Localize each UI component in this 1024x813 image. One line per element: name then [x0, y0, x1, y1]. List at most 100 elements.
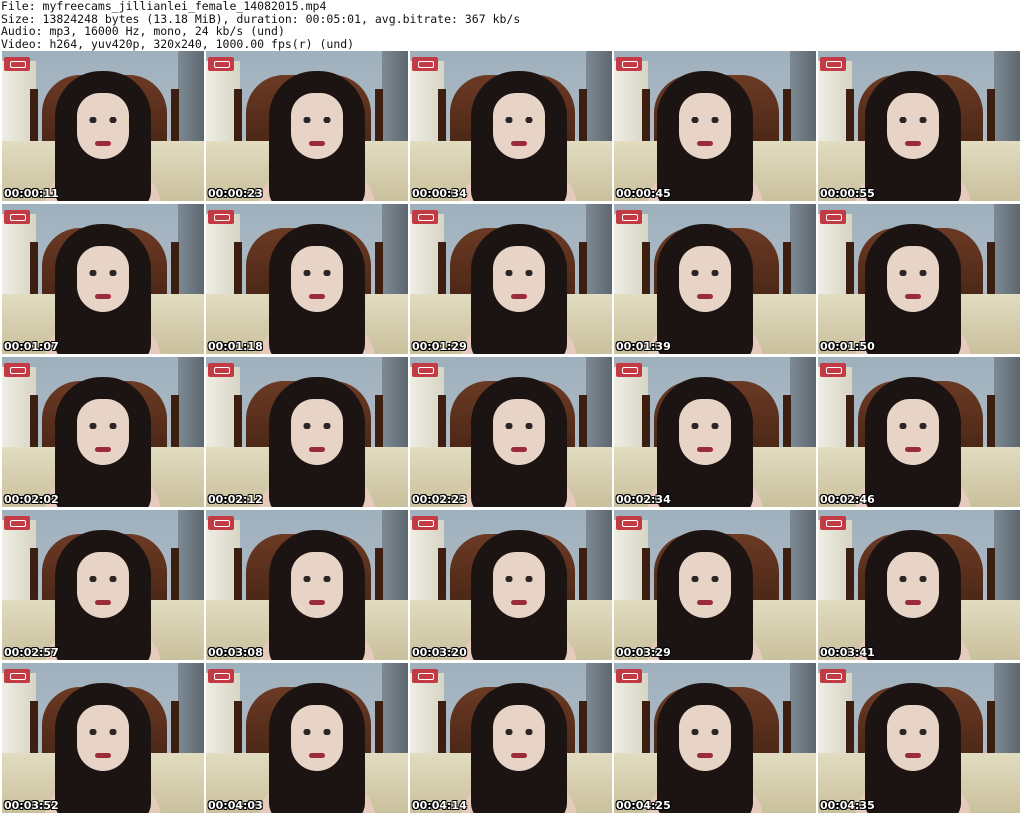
frame-image	[2, 204, 204, 354]
frame-image	[614, 357, 816, 507]
timestamp-label: 00:03:20	[412, 646, 467, 659]
video-frame-thumbnail: 00:01:50	[818, 204, 1020, 354]
red-sign-icon	[616, 210, 642, 224]
red-sign-icon	[412, 516, 438, 530]
frame-image	[2, 51, 204, 201]
frame-image	[410, 204, 612, 354]
file-info-header: File: myfreecams_jillianlei_female_14082…	[0, 0, 1024, 50]
video-frame-thumbnail: 00:03:41	[818, 510, 1020, 660]
red-sign-icon	[820, 516, 846, 530]
audio-info-line: Audio: mp3, 16000 Hz, mono, 24 kb/s (und…	[1, 24, 285, 38]
thumbnail-grid: 00:00:11 00:00:23 00:00:34 00:00:45 00:00:55…	[0, 51, 1024, 813]
timestamp-label: 00:04:35	[820, 799, 875, 812]
red-sign-icon	[820, 669, 846, 683]
frame-image	[410, 510, 612, 660]
video-frame-thumbnail: 00:02:34	[614, 357, 816, 507]
frame-image	[818, 51, 1020, 201]
video-frame-thumbnail: 00:01:07	[2, 204, 204, 354]
video-frame-thumbnail: 00:01:39	[614, 204, 816, 354]
red-sign-icon	[208, 669, 234, 683]
timestamp-label: 00:01:07	[4, 340, 59, 353]
red-sign-icon	[820, 210, 846, 224]
video-info-line: Video: h264, yuv420p, 320x240, 1000.00 f…	[1, 36, 355, 51]
timestamp-label: 00:03:08	[208, 646, 263, 659]
frame-image	[206, 204, 408, 354]
red-sign-icon	[820, 57, 846, 71]
timestamp-label: 00:02:46	[820, 493, 875, 506]
video-frame-thumbnail: 00:00:11	[2, 51, 204, 201]
frame-image	[614, 51, 816, 201]
frame-image	[206, 510, 408, 660]
frame-image	[614, 204, 816, 354]
red-sign-icon	[208, 516, 234, 530]
red-sign-icon	[616, 669, 642, 683]
timestamp-label: 00:04:25	[616, 799, 671, 812]
red-sign-icon	[616, 57, 642, 71]
timestamp-label: 00:00:34	[412, 187, 467, 200]
timestamp-label: 00:00:23	[208, 187, 263, 200]
video-frame-thumbnail: 00:02:12	[206, 357, 408, 507]
timestamp-label: 00:01:50	[820, 340, 875, 353]
red-sign-icon	[412, 210, 438, 224]
frame-image	[410, 51, 612, 201]
red-sign-icon	[208, 363, 234, 377]
timestamp-label: 00:01:29	[412, 340, 467, 353]
frame-image	[206, 357, 408, 507]
timestamp-label: 00:04:03	[208, 799, 263, 812]
file-name-line: File: myfreecams_jillianlei_female_14082…	[1, 0, 327, 13]
frame-image	[614, 510, 816, 660]
timestamp-label: 00:03:41	[820, 646, 875, 659]
red-sign-icon	[616, 363, 642, 377]
frame-image	[818, 357, 1020, 507]
video-frame-thumbnail: 00:04:35	[818, 663, 1020, 813]
timestamp-label: 00:00:45	[616, 187, 671, 200]
red-sign-icon	[412, 363, 438, 377]
red-sign-icon	[616, 516, 642, 530]
timestamp-label: 00:02:23	[412, 493, 467, 506]
timestamp-label: 00:03:52	[4, 799, 59, 812]
frame-image	[2, 357, 204, 507]
red-sign-icon	[208, 210, 234, 224]
video-frame-thumbnail: 00:00:45	[614, 51, 816, 201]
frame-image	[206, 663, 408, 813]
red-sign-icon	[4, 669, 30, 683]
red-sign-icon	[4, 363, 30, 377]
red-sign-icon	[4, 210, 30, 224]
red-sign-icon	[4, 516, 30, 530]
frame-image	[410, 663, 612, 813]
video-frame-thumbnail: 00:03:08	[206, 510, 408, 660]
frame-image	[818, 204, 1020, 354]
video-frame-thumbnail: 00:03:52	[2, 663, 204, 813]
video-frame-thumbnail: 00:02:46	[818, 357, 1020, 507]
red-sign-icon	[412, 669, 438, 683]
video-frame-thumbnail: 00:04:25	[614, 663, 816, 813]
timestamp-label: 00:03:29	[616, 646, 671, 659]
timestamp-label: 00:00:11	[4, 187, 59, 200]
video-frame-thumbnail: 00:02:02	[2, 357, 204, 507]
timestamp-label: 00:01:39	[616, 340, 671, 353]
red-sign-icon	[412, 57, 438, 71]
video-frame-thumbnail: 00:02:57	[2, 510, 204, 660]
video-frame-thumbnail: 00:00:23	[206, 51, 408, 201]
video-frame-thumbnail: 00:00:55	[818, 51, 1020, 201]
frame-image	[2, 510, 204, 660]
video-frame-thumbnail: 00:04:03	[206, 663, 408, 813]
red-sign-icon	[208, 57, 234, 71]
red-sign-icon	[4, 57, 30, 71]
timestamp-label: 00:04:14	[412, 799, 467, 812]
frame-image	[818, 663, 1020, 813]
video-frame-thumbnail: 00:01:29	[410, 204, 612, 354]
frame-image	[2, 663, 204, 813]
timestamp-label: 00:02:57	[4, 646, 59, 659]
timestamp-label: 00:02:02	[4, 493, 59, 506]
video-frame-thumbnail: 00:03:20	[410, 510, 612, 660]
video-frame-thumbnail: 00:00:34	[410, 51, 612, 201]
video-frame-thumbnail: 00:01:18	[206, 204, 408, 354]
frame-image	[614, 663, 816, 813]
timestamp-label: 00:02:12	[208, 493, 263, 506]
video-frame-thumbnail: 00:03:29	[614, 510, 816, 660]
red-sign-icon	[820, 363, 846, 377]
timestamp-label: 00:01:18	[208, 340, 263, 353]
timestamp-label: 00:02:34	[616, 493, 671, 506]
timestamp-label: 00:00:55	[820, 187, 875, 200]
